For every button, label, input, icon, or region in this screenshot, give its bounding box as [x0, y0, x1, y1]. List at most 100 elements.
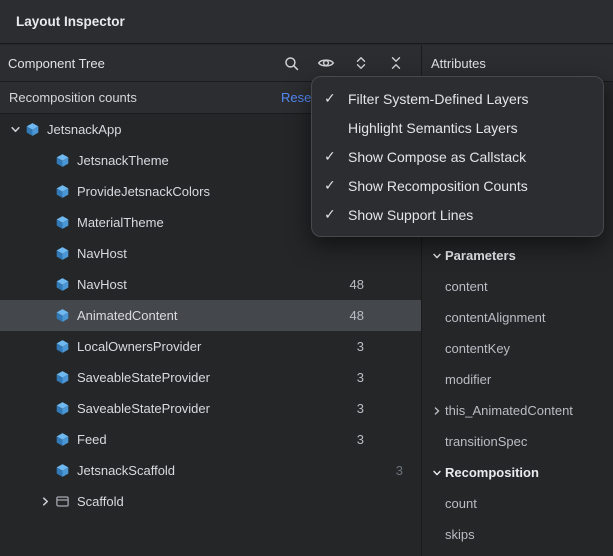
twisty-spacer — [36, 401, 54, 417]
menu-item-filter-system-defined-layers[interactable]: ✓ Filter System-Defined Layers — [312, 84, 603, 113]
section-recomposition[interactable]: Recomposition — [422, 457, 613, 488]
recomposition-count: 48 — [350, 308, 364, 323]
attr-label: transitionSpec — [445, 434, 527, 449]
chevron-right-icon[interactable] — [429, 406, 445, 416]
attr-row-contentalignment[interactable]: contentAlignment — [422, 302, 613, 333]
reset-counts-link[interactable]: Reset — [281, 90, 315, 105]
tree-node-label: JetsnackApp — [47, 122, 121, 137]
search-icon[interactable] — [280, 52, 302, 74]
attr-row-count[interactable]: count — [422, 488, 613, 519]
tree-row-localownersprovider[interactable]: LocalOwnersProvider 3 — [0, 331, 421, 362]
tree-node-label: Scaffold — [77, 494, 124, 509]
compose-node-icon — [54, 246, 70, 262]
menu-item-label: Show Recomposition Counts — [348, 178, 528, 194]
tree-row-feed[interactable]: Feed 3 — [0, 424, 421, 455]
attr-label: this_AnimatedContent — [445, 403, 573, 418]
attr-label: modifier — [445, 372, 491, 387]
tree-row-saveablestateprovider-1[interactable]: SaveableStateProvider 3 — [0, 362, 421, 393]
recomposition-count: 3 — [357, 370, 364, 385]
twisty-spacer — [36, 184, 54, 200]
tree-node-label: Feed — [77, 432, 107, 447]
recomposition-count: 3 — [357, 339, 364, 354]
twisty-spacer — [36, 246, 54, 262]
tree-row-saveablestateprovider-2[interactable]: SaveableStateProvider 3 — [0, 393, 421, 424]
compose-node-icon — [54, 370, 70, 386]
tree-row-navhost-1[interactable]: NavHost — [0, 238, 421, 269]
attr-label: contentAlignment — [445, 310, 545, 325]
chevron-right-icon[interactable] — [36, 494, 54, 510]
twisty-spacer — [36, 432, 54, 448]
twisty-spacer — [36, 339, 54, 355]
tree-node-label: ProvideJetsnackColors — [77, 184, 210, 199]
menu-item-label: Show Compose as Callstack — [348, 149, 526, 165]
attr-label: content — [445, 279, 488, 294]
twisty-spacer — [36, 153, 54, 169]
recomposition-counts-label: Recomposition counts — [9, 90, 137, 105]
attr-row-skips[interactable]: skips — [422, 519, 613, 550]
tree-node-label: NavHost — [77, 246, 127, 261]
compose-node-icon — [54, 401, 70, 417]
tree-node-label: LocalOwnersProvider — [77, 339, 201, 354]
recomposition-count: 3 — [357, 432, 364, 447]
view-options-menu: ✓ Filter System-Defined Layers Highlight… — [311, 76, 604, 237]
tree-node-label: MaterialTheme — [77, 215, 164, 230]
compose-node-icon — [54, 215, 70, 231]
tree-row-animatedcontent[interactable]: AnimatedContent 48 — [0, 300, 421, 331]
scaffold-layout-icon — [54, 494, 70, 510]
title-bar: Layout Inspector — [0, 0, 613, 44]
menu-item-show-recomposition-counts[interactable]: ✓ Show Recomposition Counts — [312, 171, 603, 200]
compose-node-icon — [54, 153, 70, 169]
expand-all-icon[interactable] — [350, 52, 372, 74]
section-parameters[interactable]: Parameters — [422, 240, 613, 271]
checkmark-icon: ✓ — [324, 90, 348, 107]
tree-node-label: JetsnackScaffold — [77, 463, 175, 478]
tree-row-scaffold[interactable]: Scaffold — [0, 486, 421, 517]
tree-node-label: AnimatedContent — [77, 308, 177, 323]
compose-node-icon — [54, 339, 70, 355]
tree-toolbar — [280, 52, 407, 74]
tree-node-label: NavHost — [77, 277, 127, 292]
eye-view-options-icon[interactable] — [315, 52, 337, 74]
attributes-title: Attributes — [431, 56, 486, 71]
attr-label: contentKey — [445, 341, 510, 356]
component-tree-title: Component Tree — [8, 56, 105, 71]
twisty-spacer — [36, 370, 54, 386]
tree-node-label: JetsnackTheme — [77, 153, 169, 168]
recomposition-count: 48 — [350, 277, 364, 292]
attr-row-contentkey[interactable]: contentKey — [422, 333, 613, 364]
twisty-spacer — [36, 463, 54, 479]
compose-node-icon — [54, 277, 70, 293]
twisty-spacer — [36, 308, 54, 324]
attr-row-this-animatedcontent[interactable]: this_AnimatedContent — [422, 395, 613, 426]
recomposition-count: 3 — [396, 463, 403, 478]
tree-row-navhost-2[interactable]: NavHost 48 — [0, 269, 421, 300]
layout-inspector-window: Layout Inspector Component Tree — [0, 0, 613, 556]
attr-label: count — [445, 496, 477, 511]
section-title: Recomposition — [445, 465, 539, 480]
page-title: Layout Inspector — [16, 14, 125, 29]
compose-node-icon — [54, 308, 70, 324]
tree-row-jetsnackscaffold[interactable]: JetsnackScaffold 3 — [0, 455, 421, 486]
compose-node-icon — [54, 184, 70, 200]
compose-node-icon — [24, 122, 40, 138]
attr-row-modifier[interactable]: modifier — [422, 364, 613, 395]
collapse-all-icon[interactable] — [385, 52, 407, 74]
chevron-down-icon[interactable] — [429, 468, 445, 478]
twisty-spacer — [36, 277, 54, 293]
menu-item-show-support-lines[interactable]: ✓ Show Support Lines — [312, 200, 603, 229]
attr-label: skips — [445, 527, 475, 542]
tree-node-label: SaveableStateProvider — [77, 370, 210, 385]
menu-item-label: Highlight Semantics Layers — [348, 120, 518, 136]
chevron-down-icon[interactable] — [6, 122, 24, 138]
attr-row-transitionspec[interactable]: transitionSpec — [422, 426, 613, 457]
attr-row-content[interactable]: content — [422, 271, 613, 302]
recomposition-count: 3 — [357, 401, 364, 416]
section-title: Parameters — [445, 248, 516, 263]
menu-item-show-compose-as-callstack[interactable]: ✓ Show Compose as Callstack — [312, 142, 603, 171]
menu-item-label: Show Support Lines — [348, 207, 473, 223]
chevron-down-icon[interactable] — [429, 251, 445, 261]
tree-node-label: SaveableStateProvider — [77, 401, 210, 416]
checkmark-icon: ✓ — [324, 177, 348, 194]
menu-item-highlight-semantics-layers[interactable]: Highlight Semantics Layers — [312, 113, 603, 142]
checkmark-icon: ✓ — [324, 148, 348, 165]
